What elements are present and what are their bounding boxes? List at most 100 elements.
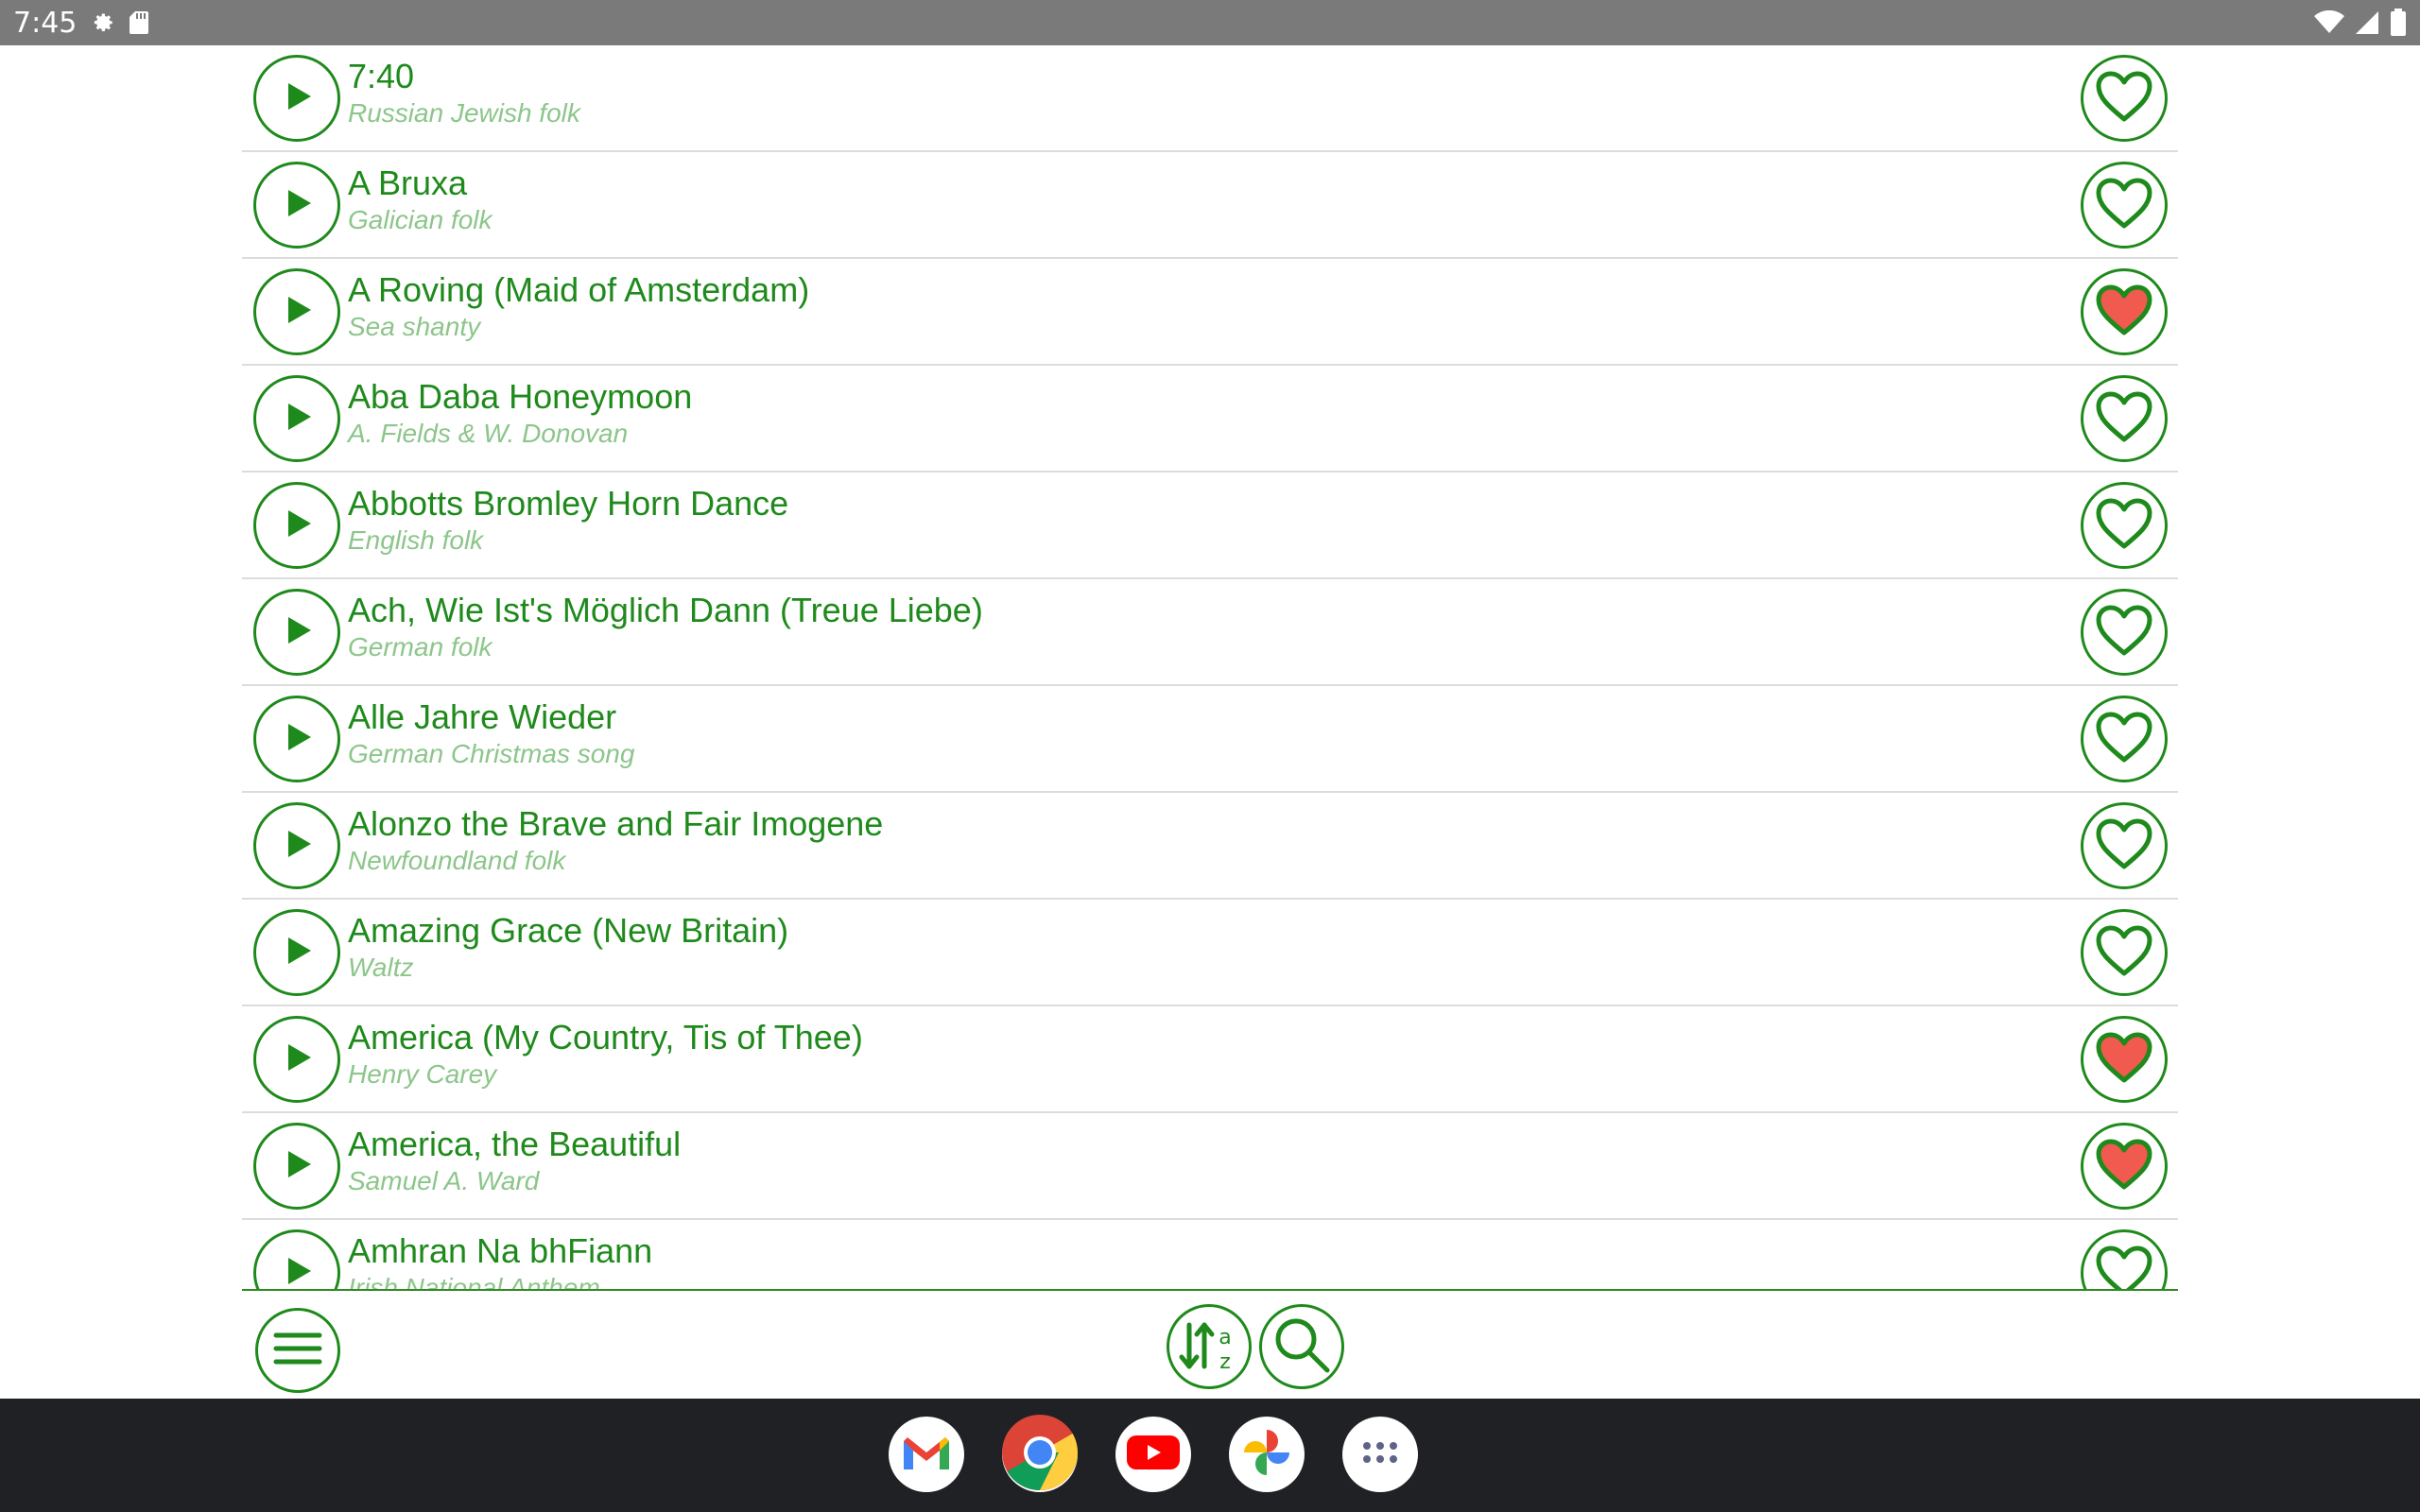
song-subtitle: English folk <box>348 525 484 555</box>
status-bar: 7:45 <box>0 0 2420 45</box>
wifi-icon <box>2314 10 2344 35</box>
song-row[interactable]: Amhran Na bhFiann Irish National Anthem <box>242 1220 2178 1291</box>
play-button[interactable] <box>253 589 340 676</box>
favorite-button[interactable] <box>2081 696 2168 782</box>
song-title: America (My Country, Tis of Thee) <box>348 1018 863 1057</box>
song-title: A Bruxa <box>348 163 468 202</box>
song-row[interactable]: 7:40 Russian Jewish folk <box>242 45 2178 152</box>
play-button[interactable] <box>253 482 340 569</box>
search-icon <box>1270 1314 1333 1381</box>
play-button[interactable] <box>253 375 340 462</box>
bottom-toolbar: a z <box>0 1293 2420 1399</box>
play-button[interactable] <box>253 1123 340 1210</box>
song-row[interactable]: Abbotts Bromley Horn Dance English folk <box>242 472 2178 579</box>
song-subtitle: Sea shanty <box>348 312 481 341</box>
heart-outline-icon <box>2095 70 2153 128</box>
song-row[interactable]: America, the Beautiful Samuel A. Ward <box>242 1113 2178 1220</box>
song-subtitle: Henry Carey <box>348 1059 497 1089</box>
app-dock <box>0 1399 2420 1512</box>
song-row[interactable]: Alle Jahre Wieder German Christmas song <box>242 686 2178 793</box>
heart-outline-icon <box>2095 1245 2153 1289</box>
chrome-icon <box>1002 1414 1078 1495</box>
sort-az-icon: a z <box>1176 1312 1242 1383</box>
settings-gear-icon <box>88 9 116 37</box>
svg-text:z: z <box>1219 1350 1231 1374</box>
battery-icon <box>2390 9 2407 37</box>
heart-outline-icon <box>2095 924 2153 982</box>
play-button[interactable] <box>253 1229 340 1290</box>
play-icon <box>278 611 316 654</box>
favorite-button[interactable] <box>2081 482 2168 569</box>
heart-outline-icon <box>2095 497 2153 555</box>
song-title: Aba Daba Honeymoon <box>348 377 693 416</box>
svg-text:a: a <box>1219 1326 1231 1349</box>
play-icon <box>278 398 316 440</box>
photos-icon <box>1240 1426 1293 1484</box>
heart-filled-icon <box>2095 284 2153 341</box>
play-icon <box>278 291 316 334</box>
search-button[interactable] <box>1259 1304 1344 1389</box>
app-drawer-button[interactable] <box>1342 1417 1418 1492</box>
favorite-button[interactable] <box>2081 1123 2168 1210</box>
song-row[interactable]: A Bruxa Galician folk <box>242 152 2178 259</box>
favorite-button[interactable] <box>2081 162 2168 249</box>
status-right <box>2314 9 2407 37</box>
youtube-app[interactable] <box>1115 1417 1191 1492</box>
photos-app[interactable] <box>1229 1417 1305 1492</box>
song-list[interactable]: 7:40 Russian Jewish folk A Bruxa Galician f… <box>242 45 2178 1291</box>
song-row[interactable]: America (My Country, Tis of Thee) Henry C… <box>242 1006 2178 1113</box>
song-title: 7:40 <box>348 57 415 95</box>
play-icon <box>278 1145 316 1188</box>
sort-button[interactable]: a z <box>1167 1304 1252 1389</box>
favorite-button[interactable] <box>2081 909 2168 996</box>
song-title: Amhran Na bhFiann <box>348 1231 653 1270</box>
favorite-button[interactable] <box>2081 802 2168 889</box>
chrome-app[interactable] <box>1002 1414 1078 1495</box>
favorite-button[interactable] <box>2081 1016 2168 1103</box>
status-time: 7:45 <box>13 6 78 40</box>
play-button[interactable] <box>253 909 340 996</box>
song-row[interactable]: Amazing Grace (New Britain) Waltz <box>242 900 2178 1006</box>
song-title: Amazing Grace (New Britain) <box>348 911 789 950</box>
play-icon <box>278 1039 316 1081</box>
song-row[interactable]: Alonzo the Brave and Fair Imogene Newfoun… <box>242 793 2178 900</box>
song-subtitle: Galician folk <box>348 205 493 234</box>
heart-outline-icon <box>2095 817 2153 875</box>
status-left: 7:45 <box>13 7 150 40</box>
favorite-button[interactable] <box>2081 268 2168 355</box>
menu-button[interactable] <box>255 1308 340 1393</box>
song-subtitle: Waltz <box>348 953 414 982</box>
song-title: America, the Beautiful <box>348 1125 682 1163</box>
play-button[interactable] <box>253 696 340 782</box>
sd-card-icon <box>128 9 150 36</box>
play-button[interactable] <box>253 55 340 142</box>
song-subtitle: German Christmas song <box>348 739 635 768</box>
song-row[interactable]: A Roving (Maid of Amsterdam) Sea shanty <box>242 259 2178 366</box>
play-button[interactable] <box>253 1016 340 1103</box>
favorite-button[interactable] <box>2081 589 2168 676</box>
song-subtitle: Samuel A. Ward <box>348 1166 540 1195</box>
heart-filled-icon <box>2095 1138 2153 1195</box>
favorite-button[interactable] <box>2081 1229 2168 1289</box>
song-subtitle: Irish National Anthem <box>348 1273 600 1291</box>
gmail-icon <box>900 1432 953 1478</box>
cellular-signal-icon <box>2354 9 2380 36</box>
favorite-button[interactable] <box>2081 55 2168 142</box>
play-icon <box>278 77 316 120</box>
play-button[interactable] <box>253 268 340 355</box>
app-drawer-icon <box>1361 1439 1399 1470</box>
song-title: A Roving (Maid of Amsterdam) <box>348 270 810 309</box>
gmail-app[interactable] <box>889 1417 964 1492</box>
heart-outline-icon <box>2095 604 2153 662</box>
song-row[interactable]: Aba Daba Honeymoon A. Fields & W. Donovan <box>242 366 2178 472</box>
song-title: Alle Jahre Wieder <box>348 697 617 736</box>
song-row[interactable]: Ach, Wie Ist's Möglich Dann (Treue Liebe… <box>242 579 2178 686</box>
play-icon <box>278 505 316 547</box>
play-icon <box>278 1252 316 1290</box>
heart-filled-icon <box>2095 1031 2153 1089</box>
play-button[interactable] <box>253 802 340 889</box>
song-title: Alonzo the Brave and Fair Imogene <box>348 804 884 843</box>
favorite-button[interactable] <box>2081 375 2168 462</box>
play-button[interactable] <box>253 162 340 249</box>
hamburger-menu-icon <box>272 1330 323 1372</box>
